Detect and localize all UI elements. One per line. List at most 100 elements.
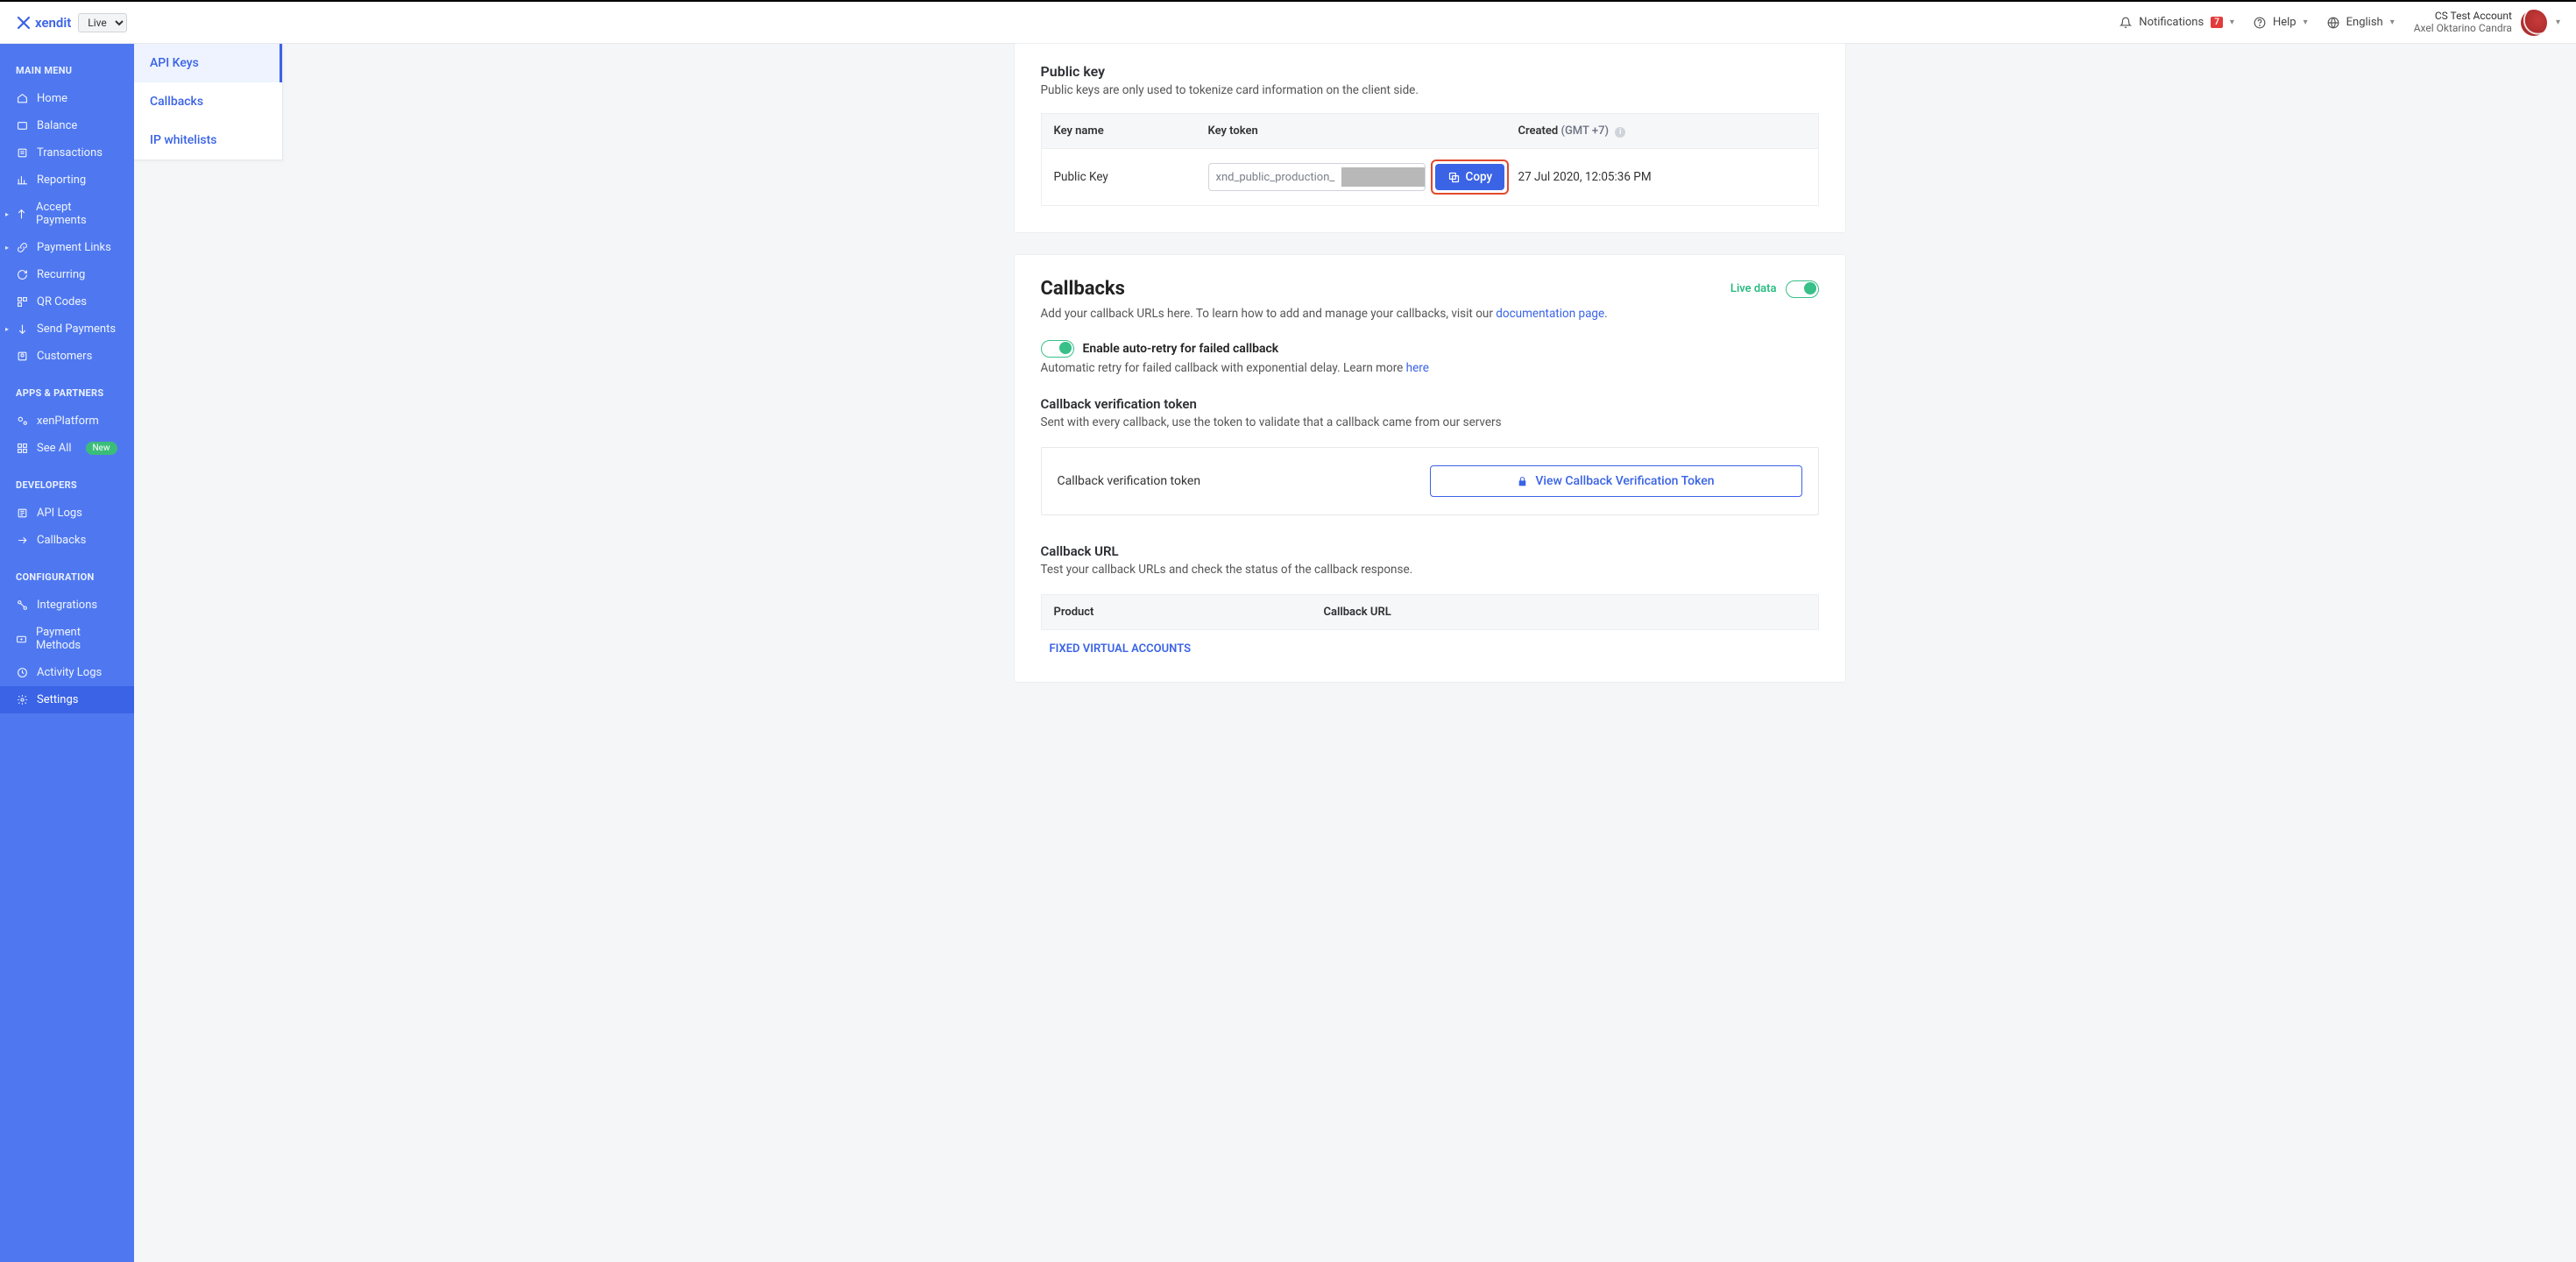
customers-icon [16, 351, 28, 363]
sidebar-item-settings[interactable]: Settings [0, 686, 134, 713]
submenu-item-ip-whitelists[interactable]: IP whitelists [134, 121, 282, 160]
recurring-icon [16, 269, 28, 281]
xendit-logo-icon [16, 15, 32, 31]
account-user: Axel Oktarino Candra [2414, 23, 2512, 35]
transactions-icon [16, 147, 28, 160]
globe-icon [2327, 17, 2339, 29]
learn-more-link[interactable]: here [1406, 361, 1429, 375]
copy-highlight: Copy [1431, 160, 1510, 195]
public-key-row: Public Key xnd_public_production_ Copy [1041, 148, 1819, 206]
sidebar-item-send-payments[interactable]: ▸ Send Payments [0, 316, 134, 343]
callback-url-desc: Test your callback URLs and check the st… [1041, 563, 1819, 577]
sidebar-item-payment-links[interactable]: ▸ Payment Links [0, 234, 134, 261]
sidebar-item-api-logs[interactable]: API Logs [0, 500, 134, 527]
callback-url-table-header: Product Callback URL [1041, 594, 1819, 630]
col-key-token: Key token [1208, 124, 1518, 138]
notifications-badge: 7 [2211, 17, 2223, 28]
verify-box-label: Callback verification token [1058, 474, 1201, 488]
qr-codes-icon [16, 296, 28, 308]
new-badge: New [86, 442, 117, 455]
sidebar-item-balance[interactable]: Balance [0, 112, 134, 139]
payment-methods-icon [16, 633, 27, 645]
caret-right-icon: ▸ [5, 244, 9, 252]
row-created: 27 Jul 2020, 12:05:36 PM [1518, 170, 1806, 184]
auto-retry-desc: Automatic retry for failed callback with… [1041, 361, 1819, 375]
brand-text: xendit [35, 15, 71, 31]
payment-links-icon [16, 242, 28, 254]
brand-logo[interactable]: xendit [16, 15, 71, 31]
callbacks-panel: Callbacks Live data Add your callback UR… [1015, 255, 1845, 682]
caret-right-icon: ▸ [5, 210, 9, 218]
sidebar-item-callbacks[interactable]: Callbacks [0, 527, 134, 554]
integrations-icon [16, 599, 28, 612]
row-key-name: Public Key [1054, 170, 1208, 184]
verify-token-box: Callback verification token View Callbac… [1041, 447, 1819, 515]
sidebar-item-reporting[interactable]: Reporting [0, 167, 134, 194]
callback-url-title: Callback URL [1041, 543, 1819, 559]
sidebar-item-integrations[interactable]: Integrations [0, 592, 134, 619]
sidebar-item-see-all[interactable]: See All New [0, 435, 134, 462]
sidebar-heading-apps: APPS & PARTNERS [0, 382, 134, 408]
xenplatform-icon [16, 415, 28, 428]
avatar [2521, 10, 2547, 36]
sidebar-heading-main-menu: MAIN MENU [0, 60, 134, 85]
sidebar-heading-developers: DEVELOPERS [0, 474, 134, 500]
notifications-menu[interactable]: Notifications 7 ▾ [2120, 16, 2234, 29]
documentation-link[interactable]: documentation page [1496, 307, 1604, 321]
token-prefix: xnd_public_production_ [1209, 171, 1342, 184]
info-icon: i [1615, 127, 1625, 138]
auto-retry-label: Enable auto-retry for failed callback [1083, 342, 1279, 356]
account-menu[interactable]: CS Test Account Axel Oktarino Candra ▾ [2414, 10, 2560, 36]
settings-submenu: API Keys Callbacks IP whitelists [134, 44, 283, 160]
live-data-toggle[interactable] [1786, 280, 1819, 298]
submenu-item-api-keys[interactable]: API Keys [134, 44, 282, 82]
copy-button[interactable]: Copy [1435, 164, 1505, 190]
sidebar-item-accept-payments[interactable]: ▸ Accept Payments [0, 194, 134, 234]
submenu-item-callbacks[interactable]: Callbacks [134, 82, 282, 121]
sidebar-item-payment-methods[interactable]: Payment Methods [0, 619, 134, 659]
accept-payments-icon [16, 208, 27, 220]
header: xendit Live Notifications 7 ▾ Help ▾ Eng… [0, 2, 2576, 44]
account-name: CS Test Account [2435, 11, 2512, 23]
home-icon [16, 93, 28, 105]
language-menu[interactable]: English ▾ [2327, 16, 2395, 29]
copy-icon [1447, 171, 1461, 184]
callbacks-title: Callbacks [1041, 278, 1125, 300]
see-all-icon [16, 443, 28, 455]
public-key-panel: Public key Public keys are only used to … [1015, 44, 1845, 232]
caret-right-icon: ▸ [5, 325, 9, 333]
public-key-title: Public key [1041, 63, 1819, 80]
col-created: Created (GMT +7) i [1518, 124, 1806, 138]
callback-group-fva[interactable]: FIXED VIRTUAL ACCOUNTS [1041, 630, 1819, 656]
auto-retry-toggle[interactable] [1041, 340, 1074, 358]
environment-select[interactable]: Live [78, 13, 127, 32]
callbacks-icon [16, 535, 28, 547]
help-icon [2254, 17, 2266, 29]
sidebar-item-transactions[interactable]: Transactions [0, 139, 134, 167]
api-logs-icon [16, 507, 28, 520]
sidebar-item-home[interactable]: Home [0, 85, 134, 112]
main-content: Public key Public keys are only used to … [283, 44, 2576, 1262]
public-key-token-field[interactable]: xnd_public_production_ [1208, 163, 1426, 191]
public-key-table-header: Key name Key token Created (GMT +7) i [1041, 113, 1819, 148]
sidebar: MAIN MENU Home Balance Transactions Repo… [0, 44, 134, 1262]
view-token-button[interactable]: View Callback Verification Token [1430, 465, 1802, 497]
callbacks-desc: Add your callback URLs here. To learn ho… [1041, 307, 1819, 321]
public-key-desc: Public keys are only used to tokenize ca… [1041, 83, 1819, 97]
verify-desc: Sent with every callback, use the token … [1041, 415, 1819, 429]
settings-icon [16, 694, 28, 706]
help-menu[interactable]: Help ▾ [2254, 16, 2308, 29]
token-mask [1341, 167, 1424, 187]
sidebar-item-recurring[interactable]: Recurring [0, 261, 134, 288]
col-callback-url: Callback URL [1324, 606, 1806, 619]
chevron-down-icon: ▾ [2390, 18, 2395, 27]
live-data-label: Live data [1730, 282, 1777, 295]
sidebar-item-activity-logs[interactable]: Activity Logs [0, 659, 134, 686]
bell-icon [2120, 17, 2132, 29]
lock-icon [1517, 476, 1528, 487]
verify-title: Callback verification token [1041, 396, 1819, 412]
chevron-down-icon: ▾ [2230, 18, 2234, 27]
sidebar-item-customers[interactable]: Customers [0, 343, 134, 370]
sidebar-item-qr-codes[interactable]: QR Codes [0, 288, 134, 316]
sidebar-item-xenplatform[interactable]: xenPlatform [0, 408, 134, 435]
